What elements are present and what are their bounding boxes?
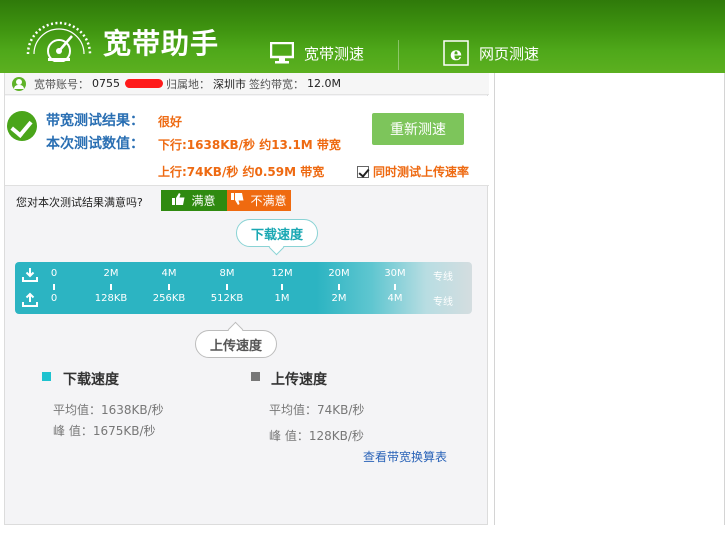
checkbox-checked-icon[interactable]: [357, 165, 369, 178]
upload-tick-label: 128KB: [94, 293, 128, 304]
upload-tick-label: 0: [50, 293, 58, 304]
download-tick-label: 2M: [103, 268, 119, 279]
upload-tick-mark: [394, 286, 396, 290]
monitor-icon: [270, 42, 294, 64]
upload-stats-title: 上传速度: [271, 372, 327, 388]
upload-tick-label: 256KB: [152, 293, 186, 304]
satisfied-label: 满意: [191, 194, 216, 208]
download-result: 下行:1638KB/秒 约13.1M 带宽: [158, 138, 341, 152]
app-title: 宽带助手: [103, 27, 220, 60]
download-average: 平均值：1638KB/秒: [53, 403, 164, 417]
satisfaction-question: 您对本次测试结果满意吗?: [16, 196, 143, 209]
svg-text:e: e: [450, 43, 462, 65]
upload-tick-mark: [110, 286, 112, 290]
upload-tick-mark: [281, 286, 283, 290]
account-info-bar: 宽带账号： 0755 归属地： 深圳市 签约带宽： 12.0M: [5, 73, 489, 95]
bandwidth-label: 签约带宽：: [249, 77, 304, 91]
user-icon: [12, 76, 26, 91]
upload-result: 上行:74KB/秒 约0.59M 带宽: [158, 165, 325, 179]
values-label: 本次测试数值：: [46, 136, 144, 152]
upload-tick-label: 专线: [433, 297, 453, 308]
app-window: 宽带助手 宽带测速 e 网页测速 宽带账号： 0755 归属地： 深圳市 签约带…: [0, 0, 725, 540]
check-circle-icon: [7, 111, 37, 141]
location-value: 深圳市: [213, 77, 246, 91]
tab-broadband-label: 宽带测速: [304, 44, 365, 63]
download-icon: [22, 268, 38, 282]
upload-scale-row: 0 128KB 256KB 512KB 1M 2M 4M 专线: [15, 286, 472, 313]
result-label: 带宽测试结果：: [46, 113, 144, 129]
thumbs-up-icon: [172, 193, 185, 208]
upload-legend-swatch: [251, 372, 260, 381]
retest-button[interactable]: 重新测速: [372, 113, 464, 145]
download-tick-label: 30M: [384, 268, 406, 279]
download-tick-label: 专线: [433, 272, 453, 283]
download-scale-row: 0 2M 4M 8M 12M 20M 30M 专线: [15, 264, 472, 288]
upload-tick-label: 4M: [387, 293, 403, 304]
upload-tick-label: 1M: [274, 293, 290, 304]
redaction-mark: [125, 79, 163, 88]
download-tick-label: 12M: [271, 268, 293, 279]
speed-test-panel: 宽带账号： 0755 归属地： 深圳市 签约带宽： 12.0M 带宽测试结果： …: [4, 73, 489, 525]
satisfied-button[interactable]: 满意: [161, 190, 227, 211]
tab-broadband-speed-test[interactable]: 宽带测速: [270, 38, 364, 68]
sync-upload-checkbox[interactable]: 同时测试上传速率: [357, 163, 469, 180]
upload-tick-label: 2M: [331, 293, 347, 304]
download-legend-swatch: [42, 372, 51, 381]
tab-web-label: 网页测速: [479, 44, 540, 63]
upload-tick-mark: [53, 286, 55, 290]
result-area: 带宽测试结果： 本次测试数值： 很好 下行:1638KB/秒 约13.1M 带宽…: [5, 96, 489, 186]
download-stats-title: 下载速度: [63, 372, 119, 388]
download-peak: 峰 值：1675KB/秒: [53, 424, 156, 438]
download-tick-label: 20M: [328, 268, 350, 279]
upload-average: 平均值：74KB/秒: [269, 403, 365, 417]
account-label: 宽带账号：: [34, 77, 89, 91]
tab-web-speed-test[interactable]: e 网页测速: [443, 38, 539, 68]
unsatisfied-button[interactable]: 不满意: [227, 190, 291, 211]
account-number: 0755: [92, 77, 120, 90]
upload-speed-bubble: 上传速度: [195, 330, 277, 358]
side-panel: [494, 73, 725, 525]
upload-tick-mark: [338, 286, 340, 290]
unsatisfied-label: 不满意: [250, 194, 287, 208]
result-rating: 很好: [158, 115, 183, 129]
ie-browser-icon: e: [443, 40, 469, 66]
download-tick-label: 0: [50, 268, 58, 279]
bandwidth-conversion-link[interactable]: 查看带宽换算表: [363, 448, 447, 465]
speed-scale-bar: 0 2M 4M 8M 12M 20M 30M 专线 0 128KB 256KB 512KB 1M 2M 4…: [15, 262, 472, 314]
location-label: 归属地：: [166, 77, 210, 91]
download-tick-label: 8M: [219, 268, 235, 279]
sync-upload-label: 同时测试上传速率: [373, 165, 470, 179]
upload-tick-mark: [226, 286, 228, 290]
upload-peak: 峰 值：128KB/秒: [269, 429, 364, 443]
speedometer-logo-icon: [26, 21, 92, 62]
thumbs-down-icon: [231, 193, 244, 208]
header-bar: 宽带助手 宽带测速 e 网页测速: [0, 0, 725, 73]
download-speed-bubble: 下载速度: [236, 219, 318, 247]
download-tick-label: 4M: [161, 268, 177, 279]
nav-divider: [398, 40, 399, 70]
upload-tick-label: 512KB: [210, 293, 244, 304]
upload-tick-mark: [168, 286, 170, 290]
upload-icon: [22, 292, 38, 307]
bandwidth-value: 12.0M: [307, 77, 341, 90]
